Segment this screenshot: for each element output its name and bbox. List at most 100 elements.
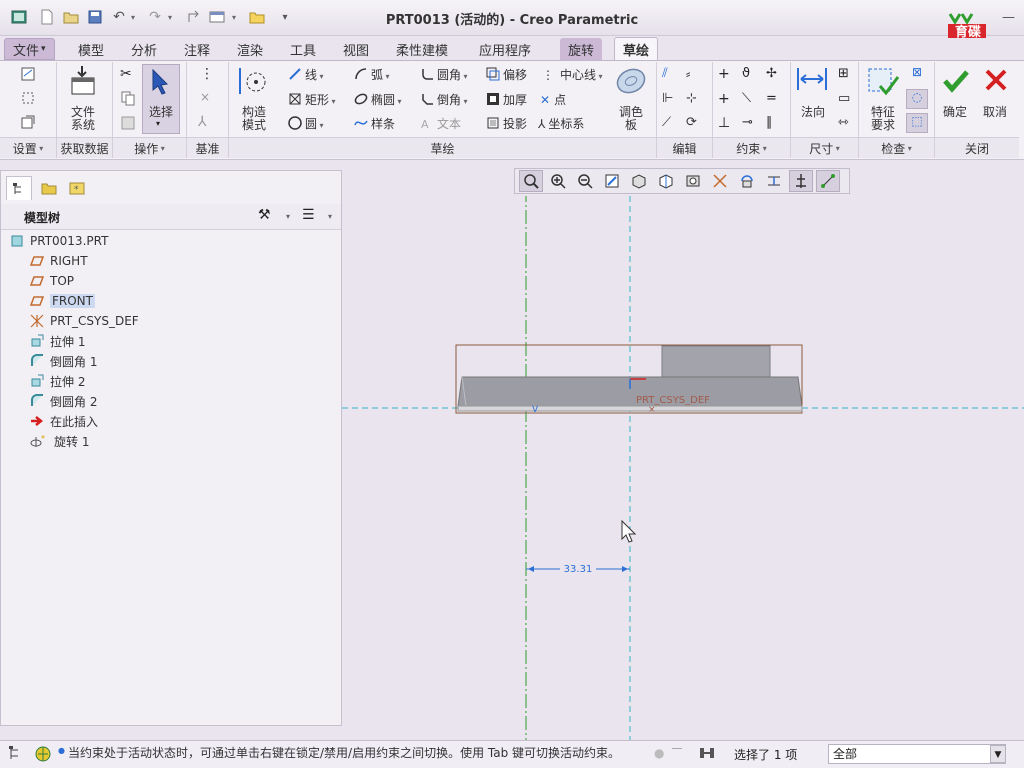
tree-item-revolve-1[interactable]: * 旋转 1 [30,431,89,451]
ellipse-tool[interactable]: 椭圆 ▾ [354,91,402,108]
corner-icon[interactable]: ⟋ [662,115,671,130]
display-style-icon[interactable] [627,170,651,192]
show-browser-icon[interactable] [34,745,52,766]
normal-dimension-label[interactable]: 法向 [796,106,830,119]
tree-item-round-2[interactable]: 倒圆角 2 [30,391,97,411]
minimize-icon[interactable]: — [1002,10,1015,25]
copy-icon[interactable] [120,90,136,109]
group-operations[interactable]: 操作 ▾ [113,137,186,158]
graphics-canvas[interactable]: PRT_CSYS_DEF V × 33.31 [342,196,1024,740]
view-manager-icon[interactable] [681,170,705,192]
spin-center-icon[interactable] [735,170,759,192]
file-system-icon[interactable] [66,64,100,98]
centerline-tool[interactable]: ⋮ 中心线 ▾ [542,66,603,83]
tree-item-insert-here[interactable]: 在此插入 [30,411,98,431]
rotate-resize-icon[interactable]: ⟳ [686,115,697,130]
tab-applications[interactable]: 应用程序 [471,38,539,60]
dimension-33-31[interactable]: 33.31 [526,561,630,575]
chamfer-tool[interactable]: 倒角 ▾ [420,91,468,108]
palette-icon[interactable] [614,64,648,101]
rectangle-tool[interactable]: 矩形 ▾ [288,91,336,108]
cancel-x-icon[interactable] [984,68,1008,95]
mirror-icon[interactable]: ⊩ [662,91,673,106]
shade-closed-loops-icon[interactable]: ⬚ [906,113,928,133]
csys-datum-icon[interactable]: ⅄ [198,114,207,130]
horizontal-constraint-icon[interactable]: + [718,91,730,107]
tree-item-round-1[interactable]: 倒圆角 1 [30,351,97,371]
divide-icon[interactable]: ⊹ [686,91,697,106]
perimeter-dimension-icon[interactable]: ⊞ [838,66,849,81]
part-model[interactable] [455,344,803,414]
tree-filters-icon[interactable]: ☰ [302,207,315,223]
tab-render[interactable]: 渲染 [229,38,271,60]
saved-orientations-icon[interactable] [654,170,678,192]
datum-display-icon[interactable] [708,170,732,192]
group-inspect[interactable]: 检查 ▾ [859,137,934,158]
tree-item-top[interactable]: TOP [30,271,74,291]
tab-sketch[interactable]: 草绘 [614,37,659,61]
line-tool[interactable]: 线 ▾ [288,66,324,83]
repaint-icon[interactable] [600,170,624,192]
sketch-setup-icon[interactable] [20,66,36,85]
model-tree-tab-icon[interactable] [6,176,32,200]
circle-tool[interactable]: 圆 ▾ [288,115,324,132]
cut-icon[interactable]: ✂ [120,66,132,82]
feature-requirements-icon[interactable] [866,66,900,101]
text-tool[interactable]: A 文本 [420,115,461,132]
symmetric-constraint-icon[interactable]: ✢ [766,66,777,81]
tree-item-extrude-2[interactable]: 拉伸 2 [30,371,85,391]
tab-revolve[interactable]: 旋转 [560,38,603,60]
tree-item-right[interactable]: RIGHT [30,251,88,271]
fillet-tool[interactable]: 圆角 ▾ [420,66,468,83]
coordinate-system-tool[interactable]: ⅄ 坐标系 [538,115,584,132]
dimension-value[interactable]: 33.31 [564,564,593,575]
baseline-dimension-icon[interactable]: ⇿ [838,115,849,130]
ok-label[interactable]: 确定 [938,106,972,119]
refit-icon[interactable] [519,170,543,192]
tab-view[interactable]: 视图 [335,38,377,60]
tab-file[interactable]: 文件 ▾ [4,38,55,60]
feature-requirements-label[interactable]: 特征 要求 [864,106,902,132]
point-tool[interactable]: ✕ 点 [540,91,566,108]
folder-browser-tab-icon[interactable] [36,176,62,200]
zoom-out-icon[interactable] [573,170,597,192]
reference-dimension-icon[interactable]: ▭ [838,91,850,106]
coincident-constraint-icon[interactable]: ⊸ [742,115,753,130]
offset-tool[interactable]: 偏移 [486,66,527,83]
highlight-open-ends-icon[interactable]: ◌ [906,89,928,109]
selection-filter-select[interactable]: 全部 [828,744,1006,764]
construction-mode-label[interactable]: 构造 模式 [234,106,274,132]
vertex-display-icon[interactable] [816,170,840,192]
ok-check-icon[interactable] [942,68,970,97]
parallel-constraint-icon[interactable]: ∥ [766,115,773,130]
dimension-display-icon[interactable] [762,170,786,192]
tree-filters-dropdown-icon[interactable]: ▾ [328,212,332,221]
tab-model[interactable]: 模型 [70,38,112,60]
tab-annotate[interactable]: 注释 [176,38,218,60]
tree-item-csys[interactable]: PRT_CSYS_DEF [30,311,139,331]
vertical-constraint-icon[interactable]: + [718,66,730,82]
tree-item-extrude-1[interactable]: 拉伸 1 [30,331,85,351]
tree-settings-dropdown-icon[interactable]: ▾ [286,212,290,221]
tab-flexible-modeling[interactable]: 柔性建模 [388,38,456,60]
select-dropdown-icon[interactable]: ▾ [156,119,160,128]
sketch-view-icon[interactable] [20,114,36,133]
tree-settings-icon[interactable]: ⚒ [258,207,271,223]
delete-segment-icon[interactable]: ⸗ [686,66,690,82]
modify-icon[interactable]: ⫽ [662,66,668,81]
group-dimension[interactable]: 尺寸 ▾ [791,137,858,158]
favorites-tab-icon[interactable]: * [64,176,90,200]
tree-item-part[interactable]: PRT0013.PRT [10,231,108,251]
zoom-in-icon[interactable] [546,170,570,192]
selection-count[interactable]: 选择了 1 项 [734,746,797,763]
project-tool[interactable]: 投影 [486,115,527,132]
paste-icon[interactable] [120,114,136,133]
centerline-datum-icon[interactable]: ⋮ [200,66,214,82]
group-constrain[interactable]: 约束 ▾ [713,137,790,158]
thicken-tool[interactable]: 加厚 [486,91,527,108]
midpoint-constraint-icon[interactable]: ⟍ [742,91,751,106]
constraint-display-icon[interactable] [789,170,813,192]
normal-dimension-icon[interactable] [796,66,828,95]
show-navigator-icon[interactable] [8,745,24,764]
tab-tools[interactable]: 工具 [282,38,324,60]
